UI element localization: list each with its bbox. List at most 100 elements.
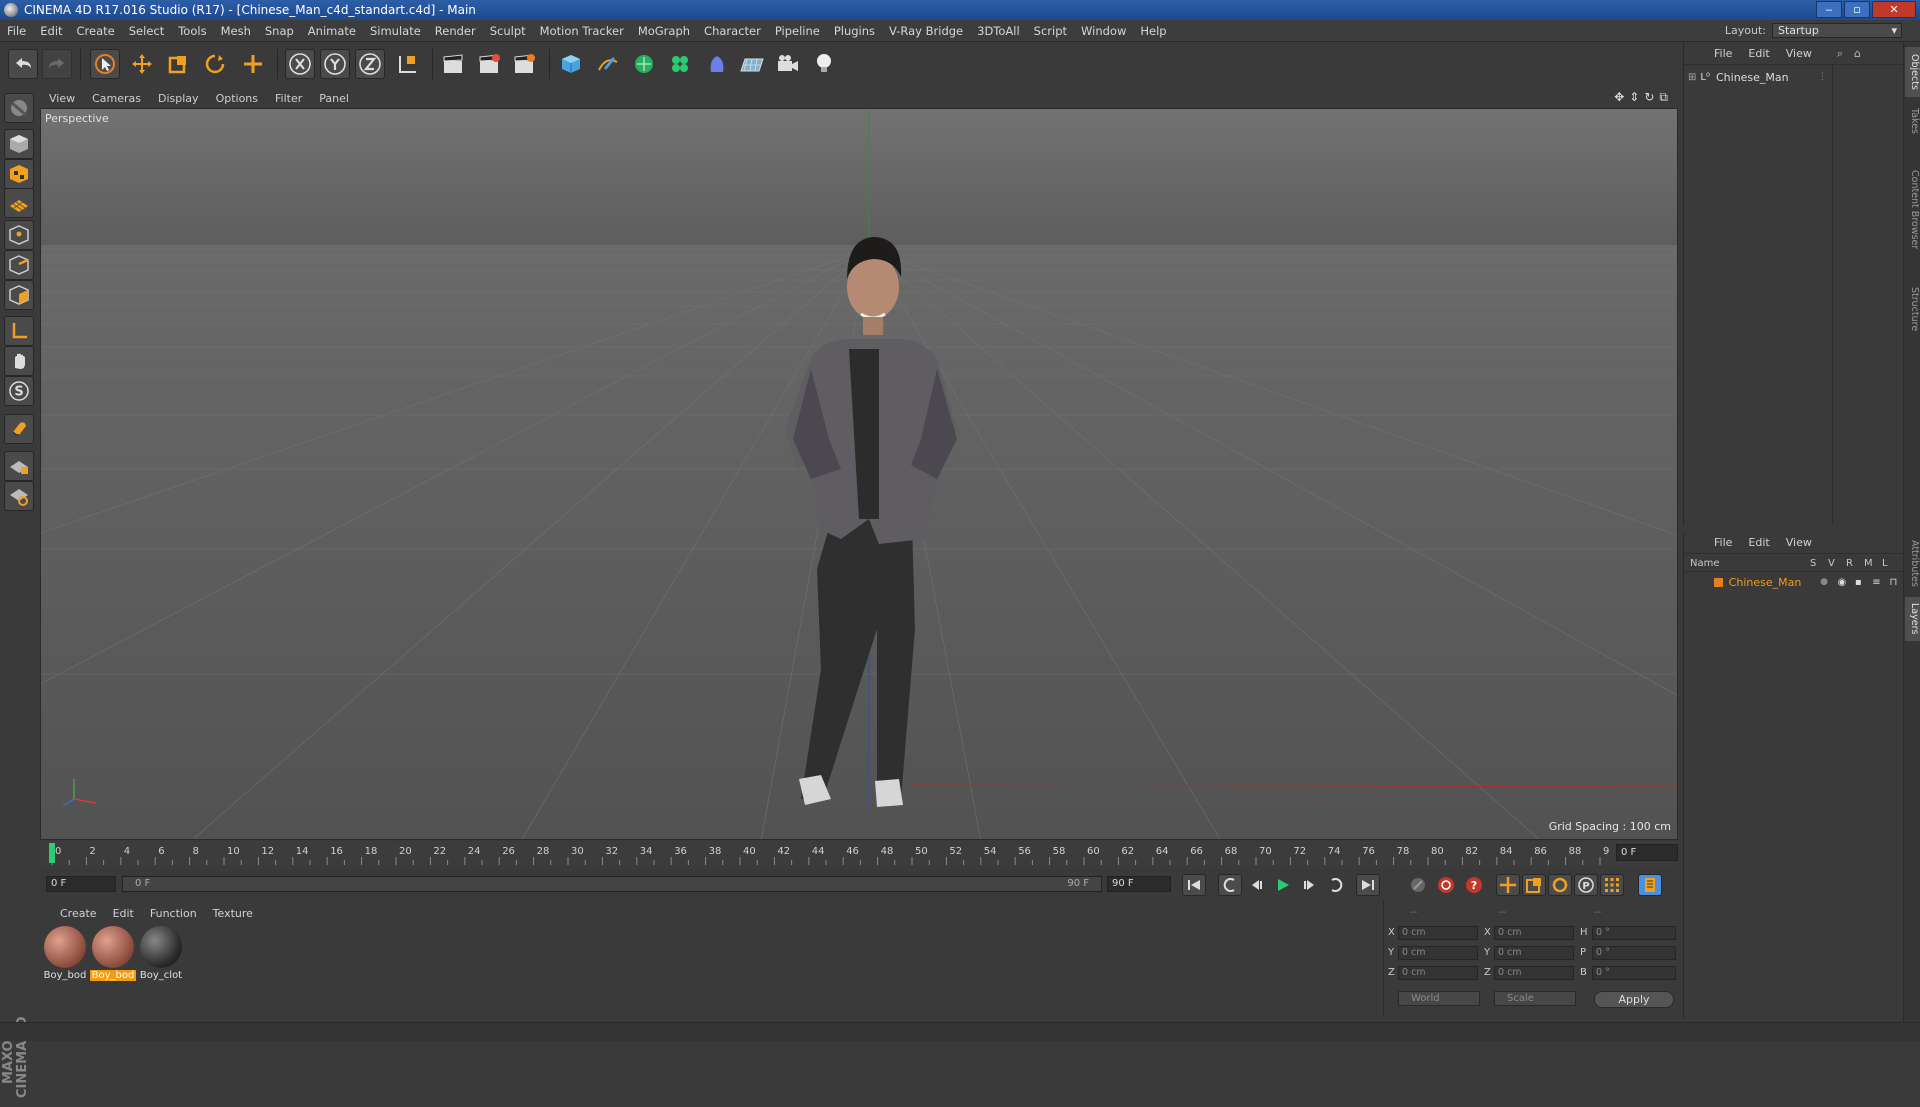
render-picture-viewer-button[interactable] (474, 49, 504, 79)
x-axis-lock-button[interactable] (285, 49, 315, 79)
add-spline-button[interactable] (593, 49, 623, 79)
layer-manager-icon[interactable]: ≡ (1872, 577, 1889, 588)
close-button[interactable]: ✕ (1872, 1, 1916, 18)
key-rotation-button[interactable] (1548, 874, 1572, 896)
make-editable-button[interactable] (4, 93, 34, 123)
tab-structure[interactable]: Structure (1905, 279, 1920, 339)
menu-plugins[interactable]: Plugins (827, 24, 882, 38)
texture-mode-button[interactable] (4, 159, 34, 189)
render-view-button[interactable] (438, 49, 468, 79)
material-menu-texture[interactable]: Texture (205, 907, 261, 920)
object-menu-view[interactable]: View (1778, 47, 1820, 60)
layer-lock-icon[interactable]: ⊓ (1890, 577, 1903, 588)
viewport-menu-filter[interactable]: Filter (266, 92, 310, 105)
record-keys-button[interactable] (1406, 874, 1430, 896)
previous-key-button[interactable] (1218, 874, 1242, 896)
perspective-viewport[interactable]: Perspective Grid Spacing : 100 cm (40, 108, 1678, 840)
menu-create[interactable]: Create (70, 24, 122, 38)
object-name[interactable]: Chinese_Man (1716, 71, 1789, 84)
enable-snap-button[interactable] (4, 414, 34, 444)
material-menu-function[interactable]: Function (142, 907, 205, 920)
redo-button[interactable] (42, 49, 72, 79)
layer-color-swatch[interactable] (1714, 577, 1723, 587)
material-swatch[interactable]: Boy_clot (138, 926, 184, 981)
menu-mograph[interactable]: MoGraph (631, 24, 697, 38)
tweak-mode-button[interactable] (4, 346, 34, 376)
layer-solo-icon[interactable]: ● (1820, 577, 1837, 587)
record-active-objects-button[interactable] (1434, 874, 1458, 896)
apply-button[interactable]: Apply (1594, 991, 1674, 1008)
playhead-marker[interactable] (49, 843, 55, 863)
menu-3dtoall[interactable]: 3DToAll (970, 24, 1027, 38)
position-z-field[interactable]: 0 cm (1398, 966, 1478, 980)
layer-name[interactable]: Chinese_Man (1729, 576, 1821, 589)
menu-window[interactable]: Window (1074, 24, 1133, 38)
current-frame-field[interactable]: 0 F (1616, 844, 1678, 861)
timeline-window-button[interactable] (1638, 874, 1662, 896)
coordinate-space-select[interactable]: World (1398, 991, 1480, 1006)
z-axis-lock-button[interactable] (355, 49, 385, 79)
rotation-b-field[interactable]: 0 ° (1592, 966, 1676, 980)
viewport-maximize-icon[interactable]: ⧉ (1659, 90, 1668, 105)
add-nurbs-button[interactable] (629, 49, 659, 79)
tab-layers[interactable]: Layers (1905, 597, 1920, 641)
autokeying-button[interactable]: ? (1462, 874, 1486, 896)
menu-edit[interactable]: Edit (33, 24, 69, 38)
menu-character[interactable]: Character (697, 24, 768, 38)
menu-file[interactable]: File (0, 24, 33, 38)
model-mode-button[interactable] (4, 129, 34, 159)
menu-mesh[interactable]: Mesh (214, 24, 258, 38)
recent-tool-button[interactable] (238, 49, 268, 79)
menu-pipeline[interactable]: Pipeline (768, 24, 827, 38)
key-scale-button[interactable] (1522, 874, 1546, 896)
layer-visible-icon[interactable]: ◉ (1838, 577, 1855, 588)
rotate-tool-button[interactable] (200, 49, 230, 79)
layer-menu-view[interactable]: View (1778, 536, 1820, 549)
viewport-menu-cameras[interactable]: Cameras (83, 92, 149, 105)
minimize-button[interactable]: ‒ (1816, 1, 1842, 18)
tab-takes[interactable]: Takes (1905, 101, 1920, 141)
key-point-level-button[interactable] (1600, 874, 1624, 896)
size-y-field[interactable]: 0 cm (1494, 946, 1574, 960)
object-menu-file[interactable]: File (1706, 47, 1740, 60)
menu-vray-bridge[interactable]: V-Ray Bridge (882, 24, 970, 38)
visibility-dots-icon[interactable]: ⋮ (1818, 72, 1827, 82)
tab-content-browser[interactable]: Content Browser (1905, 145, 1920, 275)
polygons-mode-button[interactable] (4, 280, 34, 310)
position-x-field[interactable]: 0 cm (1398, 926, 1478, 940)
layer-menu-edit[interactable]: Edit (1740, 536, 1777, 549)
material-menu-create[interactable]: Create (52, 907, 105, 920)
timeline-ruler[interactable]: 0 2 4 6 8 10 12 14 16 18 20 22 24 26 28 30 32 34 36 38 40 42 4… (40, 841, 1678, 866)
start-frame-field[interactable]: 0 F (46, 876, 116, 892)
layout-select[interactable]: Startup (1772, 23, 1902, 38)
rotation-h-field[interactable]: 0 ° (1592, 926, 1676, 940)
material-swatch-selected[interactable]: Boy_bod (90, 926, 136, 981)
menu-help[interactable]: Help (1133, 24, 1173, 38)
planar-workplane-button[interactable] (4, 481, 34, 511)
play-forward-button[interactable] (1271, 874, 1295, 896)
viewport-pan-icon[interactable]: ✥ (1614, 90, 1624, 105)
next-frame-button[interactable] (1298, 874, 1322, 896)
go-to-start-button[interactable] (1182, 874, 1206, 896)
add-light-button[interactable] (809, 49, 839, 79)
render-settings-button[interactable] (509, 49, 539, 79)
layer-menu-file[interactable]: File (1706, 536, 1740, 549)
key-parameter-button[interactable]: P (1574, 874, 1598, 896)
tab-objects[interactable]: Objects (1905, 47, 1920, 97)
frame-range-slider[interactable]: 0 F 90 F (122, 876, 1102, 892)
object-row-chinese-man[interactable]: ⊞ L⁰ Chinese_Man ⋮ (1688, 69, 1898, 85)
live-selection-button[interactable] (90, 49, 120, 79)
rotation-p-field[interactable]: 0 ° (1592, 946, 1676, 960)
size-mode-select[interactable]: Scale (1494, 991, 1576, 1006)
locked-workplane-button[interactable] (4, 451, 34, 481)
add-camera-button[interactable] (773, 49, 803, 79)
viewport-menu-display[interactable]: Display (149, 92, 207, 105)
add-deformer-button[interactable] (702, 49, 732, 79)
undo-button[interactable] (8, 49, 38, 79)
axis-mode-button[interactable] (4, 316, 34, 346)
maximize-button[interactable]: ▫ (1844, 1, 1870, 18)
menu-motion-tracker[interactable]: Motion Tracker (533, 24, 631, 38)
viewport-menu-view[interactable]: View (40, 92, 83, 105)
workplane-mode-button[interactable] (4, 188, 34, 218)
material-swatch[interactable]: Boy_bod (42, 926, 88, 981)
